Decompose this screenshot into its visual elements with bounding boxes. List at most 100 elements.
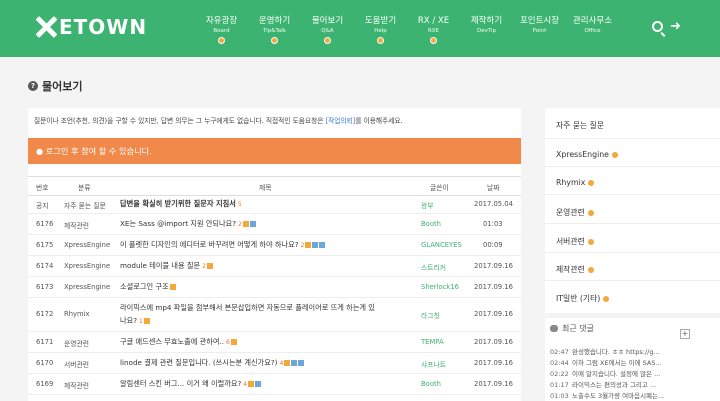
sidebar-item-rhymix[interactable]: Rhymix xyxy=(556,178,595,187)
nav-item-tiptalk[interactable]: 운영하기 Tip&Talk xyxy=(248,16,301,44)
row-category[interactable]: XpressEngine xyxy=(64,283,110,291)
nav-item-board[interactable]: 자유광장 Board xyxy=(195,16,248,44)
row-date: 2017.09.16 xyxy=(474,380,513,388)
row-title[interactable]: XE는 Sass @import 지원 안되나요? xyxy=(120,219,236,228)
nav-badge-icon xyxy=(218,37,225,44)
request-work-link[interactable]: [작업의뢰] xyxy=(325,117,355,125)
table-row[interactable]: 6175 XpressEngine 이 플렛한 디자인의 에디터로 바꾸려면 어… xyxy=(28,235,521,256)
row-title-cont[interactable]: 나요? xyxy=(120,316,137,325)
row-author[interactable]: 스트리커 xyxy=(421,262,446,272)
row-no: 6175 xyxy=(36,241,54,249)
logo-x-mark xyxy=(35,16,57,38)
main-nav: 자유광장 Board 운영하기 Tip&Talk 물어보기 Q&A 도움받기 H… xyxy=(195,16,619,44)
site-logo[interactable]: ETOWN xyxy=(35,14,147,40)
comment-item[interactable]: 02:22 이에 알지습니다. 설정에 많은 ... xyxy=(550,368,660,378)
comment-count: 2 xyxy=(202,263,206,270)
row-title[interactable]: 알림센터 스킨 버그... 이거 왜 이럴까요? xyxy=(120,379,241,388)
row-title[interactable]: 구글 애드센스 무효노출에 관하여.. xyxy=(120,337,224,346)
sidebar-item-it[interactable]: IT일반 (기타) xyxy=(556,293,610,304)
row-category[interactable]: 제작관련 xyxy=(64,380,89,390)
comment-time: 02:22 xyxy=(550,370,569,378)
sidebar-item-xpressengine[interactable]: XpressEngine xyxy=(556,150,618,159)
row-category[interactable]: XpressEngine xyxy=(64,241,110,249)
table-row[interactable]: 6176 제작관련 XE는 Sass @import 지원 안되나요? 2 Boo… xyxy=(28,214,521,235)
row-author[interactable]: Sherlock16 xyxy=(421,283,459,291)
sidebar-item-label: XpressEngine xyxy=(556,150,609,159)
file-icon xyxy=(312,242,319,248)
nav-title: RX / XE xyxy=(417,16,450,26)
more-plus-icon[interactable]: + xyxy=(680,329,690,339)
new-icon xyxy=(242,221,249,227)
row-category[interactable]: 서버관련 xyxy=(64,359,89,369)
row-title[interactable]: 소셜로그인 구조 xyxy=(120,282,169,291)
row-author[interactable]: Booth xyxy=(421,380,441,388)
comment-text: 이하 그럼 XE에서는 이에 SAS... xyxy=(572,359,662,367)
nav-sub: Office xyxy=(584,28,601,34)
comment-item[interactable]: 02:47 완성했습니다. ㅎㅎ https://g... xyxy=(550,346,660,356)
nav-title: 관리사무소 xyxy=(572,16,613,26)
row-no: 6170 xyxy=(36,359,54,367)
nav-title: 물어보기 xyxy=(311,16,344,26)
table-row[interactable]: 6174 XpressEngine module 테이블 내용 질문 2 스트리커… xyxy=(28,256,521,277)
nav-item-rxe[interactable]: RX / XE RXE xyxy=(407,16,460,44)
row-category[interactable]: XpressEngine xyxy=(64,262,110,270)
page-title: ? 물어보기 xyxy=(28,78,82,94)
table-row[interactable]: 6169 제작관련 알림센터 스킨 버그... 이거 왜 이럴까요? 4 Boot… xyxy=(28,374,521,395)
row-title[interactable]: 이 플렛한 디자인의 에디터로 바꾸려면 어떻게 하야 하나요? xyxy=(120,240,299,249)
table-row[interactable]: 6171 운영관련 구글 애드센스 무효노출에 관하여.. 6 TEMPA 201… xyxy=(28,332,521,353)
main-content: 질문이나 조언(추천, 의견)을 구할 수 있지만, 답변 의무는 그 누구에게… xyxy=(28,108,521,401)
row-author[interactable]: Booth xyxy=(421,220,441,228)
sidebar-item-server[interactable]: 서버관련 xyxy=(556,236,594,247)
sidebar-item-label: 서버관련 xyxy=(556,237,585,246)
nav-item-qa[interactable]: 물어보기 Q&A xyxy=(301,16,354,44)
file-icon xyxy=(255,381,262,387)
row-author[interactable]: 라그칫 xyxy=(421,310,440,320)
search-icon[interactable] xyxy=(652,21,663,32)
divider xyxy=(545,194,720,195)
comment-time: 01:17 xyxy=(550,381,569,389)
sidebar-item-label: Rhymix xyxy=(556,178,586,187)
sidebar-item-dev[interactable]: 제작관련 xyxy=(556,264,594,275)
new-icon xyxy=(206,263,213,269)
row-category[interactable]: 운영관련 xyxy=(64,338,89,348)
row-category[interactable]: Rhymix xyxy=(64,310,90,318)
table-row[interactable]: 6173 XpressEngine 소셜로그인 구조 Sherlock16 20… xyxy=(28,277,521,298)
divider xyxy=(545,280,720,281)
table-row[interactable]: 6172 Rhymix 라이믹스에 mp4 파일을 첨부해서 본문삽입하면 자동… xyxy=(28,298,521,332)
row-author[interactable]: 샤프나트 xyxy=(421,359,446,369)
recent-comments: 최근 댓글 + 02:47 완성했습니다. ㅎㅎ https://g... 02:… xyxy=(545,318,720,401)
comment-item[interactable]: 02:44 이하 그럼 XE에서는 이에 SAS... xyxy=(550,357,662,367)
login-icon[interactable]: ➜ xyxy=(670,20,681,33)
nav-item-office[interactable]: 관리사무소 Office xyxy=(566,16,619,44)
row-author[interactable]: TEMPA xyxy=(421,338,444,346)
new-icon xyxy=(230,339,237,345)
logo-text: ETOWN xyxy=(59,15,148,39)
comment-icon xyxy=(550,325,558,332)
row-category[interactable]: 제작관련 xyxy=(64,220,89,230)
nav-title: 도움받기 xyxy=(364,16,397,26)
row-author[interactable]: GLANCEYES xyxy=(421,241,462,249)
nav-item-devtip[interactable]: 제작하기 DevTip xyxy=(460,16,513,44)
recent-comments-header: 최근 댓글 xyxy=(550,323,594,334)
nav-item-point[interactable]: 포인트시장 Point xyxy=(513,16,566,44)
row-category[interactable]: 자주 묻는 질문 xyxy=(64,200,106,210)
row-author[interactable]: 왕부 xyxy=(421,200,434,210)
comment-item[interactable]: 01:17 라이믹스는 편의성과 그리고 ... xyxy=(550,379,656,389)
sidebar-item-label: IT일반 (기타) xyxy=(556,294,601,303)
comment-item[interactable]: 01:03 노출수도 3월가량 여마음시폐는... xyxy=(550,390,664,400)
desc-text-suffix: 를 이용해주세요. xyxy=(355,117,403,125)
row-title[interactable]: 라이믹스에 mp4 파일을 첨부해서 본문삽입하면 자동으로 플레이어로 뜨게 … xyxy=(120,303,375,312)
comment-text: 완성했습니다. ㅎㅎ https://g... xyxy=(572,348,660,356)
row-date: 2017.09.16 xyxy=(474,338,513,346)
table-row[interactable]: 6170 서버관련 linode 결제 관련 질문입니다. (쓰시는분 계신가요… xyxy=(28,353,521,374)
row-title[interactable]: module 테이블 내용 질문 xyxy=(120,261,200,270)
row-title[interactable]: linode 결제 관련 질문입니다. (쓰시는분 계신가요?) xyxy=(120,358,277,367)
table-row[interactable]: 공지 자주 묻는 질문 답변을 확실히 받기위한 질문자 지침서 5 왕부 201… xyxy=(28,196,521,214)
new-icon xyxy=(143,318,150,324)
sidebar-item-label: 자주 묻는 질문 xyxy=(556,121,604,130)
sidebar-item-faq[interactable]: 자주 묻는 질문 xyxy=(556,120,604,131)
sidebar-item-operation[interactable]: 운영관련 xyxy=(556,207,594,218)
question-icon: ? xyxy=(28,81,38,91)
row-title[interactable]: 답변을 확실히 받기위한 질문자 지침서 xyxy=(120,199,236,208)
nav-item-help[interactable]: 도움받기 Help xyxy=(354,16,407,44)
